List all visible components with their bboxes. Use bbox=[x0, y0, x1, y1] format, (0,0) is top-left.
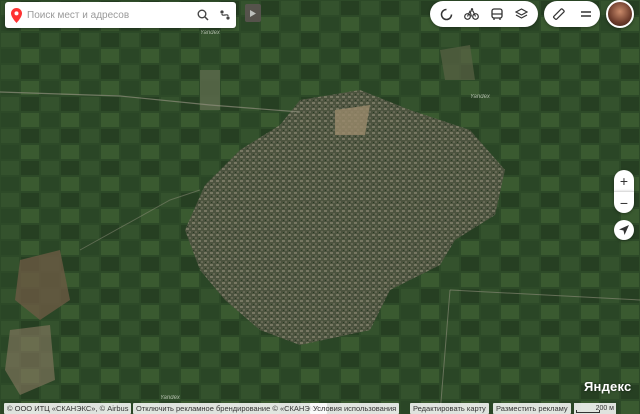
field-patch bbox=[335, 105, 370, 135]
route-icon bbox=[220, 10, 230, 20]
panorama-icon bbox=[440, 8, 453, 20]
field-patch bbox=[440, 45, 475, 80]
geolocation-button[interactable] bbox=[614, 220, 634, 240]
map-pin-icon bbox=[5, 7, 27, 23]
scale-line bbox=[576, 410, 600, 413]
menu-icon bbox=[581, 11, 591, 17]
ruler-button[interactable] bbox=[547, 3, 569, 25]
location-arrow-icon bbox=[619, 225, 629, 235]
transit-icon bbox=[490, 7, 503, 20]
routes-button[interactable] bbox=[214, 2, 236, 28]
plus-icon: + bbox=[619, 172, 629, 189]
place-ad-link[interactable]: Разместить рекламу bbox=[493, 403, 571, 414]
satellite-map[interactable] bbox=[0, 0, 640, 414]
map-place-label: Yandex bbox=[470, 94, 490, 100]
disable-ad-branding-link[interactable]: Отключить рекламное брендирование © «СКА… bbox=[133, 403, 327, 414]
collapse-sidebar-button[interactable] bbox=[245, 4, 261, 22]
search-input[interactable] bbox=[27, 9, 192, 21]
minus-icon: − bbox=[619, 194, 629, 211]
user-avatar[interactable] bbox=[606, 0, 634, 28]
edit-map-link[interactable]: Редактировать карту bbox=[410, 403, 489, 414]
scale-bar: 200 м bbox=[574, 403, 616, 414]
ruler-icon bbox=[552, 7, 565, 20]
search-icon bbox=[197, 9, 209, 21]
map-place-label: Yandex bbox=[200, 30, 220, 36]
copyright-text: © ООО ИТЦ «СКАНЭКС», © Airbus bbox=[4, 403, 132, 414]
layers-toolbar bbox=[430, 1, 538, 27]
tools-toolbar bbox=[544, 1, 600, 27]
footer-bar: © ООО ИТЦ «СКАНЭКС», © Airbus Отключить … bbox=[0, 403, 640, 414]
map-place-label: Yandex bbox=[160, 395, 180, 401]
zoom-in-button[interactable]: + bbox=[614, 170, 634, 191]
panorama-button[interactable] bbox=[436, 3, 458, 25]
terms-link[interactable]: Условия использования bbox=[310, 403, 400, 414]
bike-route-icon bbox=[464, 8, 479, 20]
layers-icon bbox=[515, 8, 528, 19]
yandex-logo: Яндекс bbox=[584, 379, 632, 394]
map-layers-button[interactable] bbox=[511, 3, 533, 25]
transit-button[interactable] bbox=[486, 3, 508, 25]
search-bar[interactable] bbox=[5, 2, 236, 28]
menu-button[interactable] bbox=[575, 3, 597, 25]
search-button[interactable] bbox=[192, 2, 214, 28]
zoom-out-button[interactable]: − bbox=[614, 191, 634, 213]
disable-ad-label: Отключить рекламное брендирование bbox=[136, 404, 271, 413]
play-icon bbox=[250, 9, 256, 17]
bike-route-button[interactable] bbox=[461, 3, 483, 25]
